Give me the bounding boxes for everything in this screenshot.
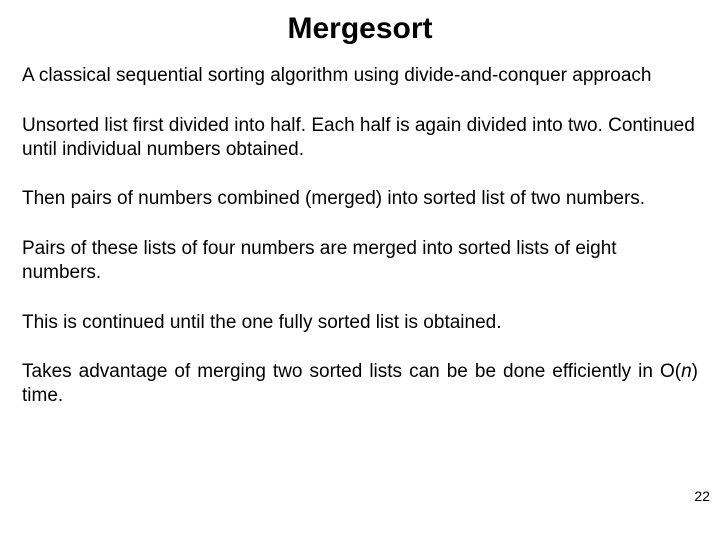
page-number: 22	[694, 488, 710, 504]
paragraph-complexity: Takes advantage of merging two sorted li…	[22, 360, 698, 408]
slide-title: Mergesort	[22, 12, 698, 46]
slide: Mergesort A classical sequential sorting…	[0, 0, 720, 540]
complexity-text-pre: Takes advantage of merging two sorted li…	[22, 361, 681, 382]
paragraph-continue: This is continued until the one fully so…	[22, 311, 698, 335]
paragraph-intro: A classical sequential sorting algorithm…	[22, 64, 698, 88]
paragraph-merge-fours: Pairs of these lists of four numbers are…	[22, 237, 698, 285]
paragraph-merge-pairs: Then pairs of numbers combined (merged) …	[22, 187, 698, 211]
paragraph-divide: Unsorted list first divided into half. E…	[22, 114, 698, 162]
complexity-n: n	[681, 361, 692, 382]
